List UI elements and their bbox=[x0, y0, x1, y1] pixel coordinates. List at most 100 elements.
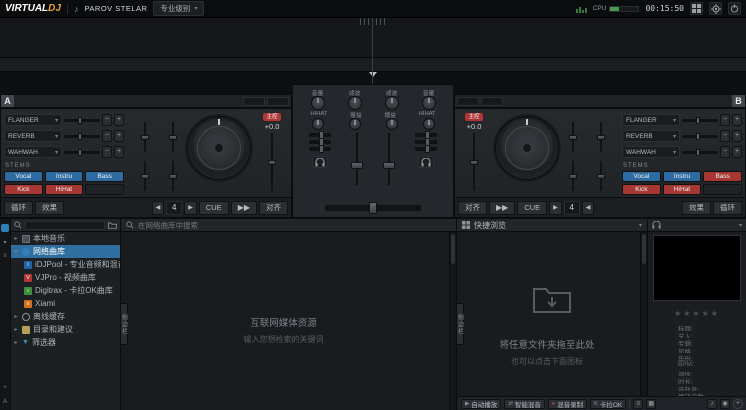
stem-bass-button[interactable]: Bass bbox=[703, 171, 742, 182]
power-icon[interactable] bbox=[728, 2, 741, 15]
scrollbar-thumb[interactable] bbox=[642, 234, 646, 264]
effect-prev-button[interactable]: − bbox=[102, 114, 112, 126]
fx-volume-knob-right[interactable] bbox=[422, 96, 436, 110]
cue-button[interactable]: CUE bbox=[199, 201, 229, 215]
pitch-slider[interactable] bbox=[268, 133, 276, 191]
pads-tab-loop[interactable]: 循环 bbox=[713, 201, 742, 215]
eq-high-slider[interactable] bbox=[309, 133, 331, 137]
mic-icon[interactable]: ♪ bbox=[707, 399, 717, 409]
loop-size-display[interactable]: 4 bbox=[166, 201, 182, 215]
stem-kick-button[interactable]: Kick bbox=[4, 184, 43, 195]
stem-hihat-button[interactable]: HiHat bbox=[663, 184, 702, 195]
pitch-slider[interactable] bbox=[470, 133, 478, 191]
browser-search-input[interactable] bbox=[138, 221, 451, 230]
param-slider[interactable] bbox=[569, 122, 577, 152]
list-icon[interactable]: ≡ bbox=[633, 399, 643, 409]
vertical-scrollbar[interactable] bbox=[640, 232, 647, 410]
effect-select[interactable]: REVERB▾ bbox=[4, 130, 62, 142]
expander-icon[interactable]: ▾ bbox=[13, 248, 19, 255]
browser-search-bar[interactable] bbox=[121, 219, 456, 232]
effect-param-slider[interactable] bbox=[64, 151, 100, 154]
sidebar-item-online-music[interactable]: ▾ 网络曲库 bbox=[11, 245, 120, 258]
sync-button[interactable]: 对齐 bbox=[259, 201, 288, 215]
grid-icon[interactable]: ▦ bbox=[646, 399, 656, 409]
effect-on-button[interactable]: + bbox=[732, 146, 742, 158]
grid-view-icon[interactable] bbox=[690, 2, 703, 15]
sidebar-item-filters[interactable]: ▸ ▼ 筛选器 bbox=[11, 336, 120, 349]
effect-select[interactable]: WAHWAH▾ bbox=[622, 146, 680, 158]
cue-button[interactable]: CUE bbox=[517, 201, 547, 215]
sidebar-splitter-handle[interactable]: 侧边栏 bbox=[120, 303, 128, 345]
stem-bass-button[interactable]: Bass bbox=[85, 171, 124, 182]
pads-tab-loop[interactable]: 循环 bbox=[4, 201, 33, 215]
folders-collapse-icon[interactable]: ▾ bbox=[1, 238, 9, 246]
param-slider[interactable] bbox=[597, 122, 605, 152]
effect-prev-button[interactable]: − bbox=[720, 146, 730, 158]
expander-icon[interactable]: ▸ bbox=[13, 339, 19, 346]
effect-prev-button[interactable]: − bbox=[720, 130, 730, 142]
sidebar-item-xiami[interactable]: x Xiami bbox=[11, 297, 120, 310]
effect-on-button[interactable]: + bbox=[732, 114, 742, 126]
effect-select[interactable]: REVERB▾ bbox=[622, 130, 680, 142]
headphone-cue-button-ch2[interactable] bbox=[418, 156, 434, 168]
waveform-strip[interactable] bbox=[0, 58, 746, 72]
deck-a-jog-wheel[interactable] bbox=[187, 116, 251, 180]
param-slider[interactable] bbox=[141, 161, 149, 191]
eq-low-slider[interactable] bbox=[415, 147, 437, 151]
eq-high-slider[interactable] bbox=[415, 133, 437, 137]
filter-knob-ch2[interactable] bbox=[385, 96, 399, 110]
param-slider[interactable] bbox=[597, 161, 605, 191]
effect-prev-button[interactable]: − bbox=[720, 114, 730, 126]
skill-mode-dropdown[interactable]: 专业级别 ▾ bbox=[153, 1, 204, 16]
add-button[interactable]: + bbox=[733, 399, 743, 409]
effect-param-slider[interactable] bbox=[682, 151, 718, 154]
param-slider[interactable] bbox=[141, 122, 149, 152]
stem-vocal-button[interactable]: Vocal bbox=[4, 171, 43, 182]
eq-low-slider[interactable] bbox=[309, 147, 331, 151]
loop-double-button[interactable]: ▶ bbox=[549, 201, 562, 215]
sidebar-search-bar[interactable] bbox=[11, 219, 120, 232]
expander-icon[interactable]: ▸ bbox=[13, 326, 19, 333]
effect-select[interactable]: FLANGER▾ bbox=[622, 114, 680, 126]
stem-instru-button[interactable]: Instru bbox=[663, 171, 702, 182]
scrollbar-thumb[interactable] bbox=[451, 234, 455, 264]
sidebar-item-catalog[interactable]: ▸ 目录和建议 bbox=[11, 323, 120, 336]
eq-mid-slider[interactable] bbox=[415, 140, 437, 144]
param-slider[interactable] bbox=[169, 161, 177, 191]
loop-size-display[interactable]: 4 bbox=[564, 201, 580, 215]
pads-tab-effects[interactable]: 效果 bbox=[35, 201, 64, 215]
gain-knob-ch2[interactable] bbox=[386, 118, 398, 130]
loop-double-button[interactable]: ▶ bbox=[184, 201, 197, 215]
zoom-in-icon[interactable]: + bbox=[1, 384, 9, 392]
volume-fader-ch1[interactable] bbox=[351, 133, 363, 185]
sync-button[interactable]: 对齐 bbox=[458, 201, 487, 215]
param-slider[interactable] bbox=[569, 161, 577, 191]
gear-icon[interactable] bbox=[709, 2, 722, 15]
chevron-down-icon[interactable]: ▾ bbox=[739, 222, 742, 229]
effect-select[interactable]: WAHWAH▾ bbox=[4, 146, 62, 158]
headphone-cue-button-ch1[interactable] bbox=[312, 156, 328, 168]
record-button[interactable]: ●混音录制 bbox=[548, 399, 587, 409]
gain-knob-ch1[interactable] bbox=[349, 118, 361, 130]
sidebar-item-idjpool[interactable]: i iDJPool - 专业音频和混音 bbox=[11, 258, 120, 271]
filter-knob-ch1[interactable] bbox=[348, 96, 362, 110]
list-view-icon[interactable]: ≡ bbox=[1, 252, 9, 260]
sidebar-item-digitrax[interactable]: ♪ Digitrax - 卡拉OK曲库 bbox=[11, 284, 120, 297]
pin-icon[interactable]: ▾ bbox=[639, 222, 642, 229]
stem-hihat-button[interactable]: HiHat bbox=[45, 184, 84, 195]
play-button[interactable]: ▶▶ bbox=[489, 201, 515, 215]
play-button[interactable]: ▶▶ bbox=[231, 201, 257, 215]
effect-param-slider[interactable] bbox=[682, 119, 718, 122]
automix-button[interactable]: ▶自动播放 bbox=[461, 399, 501, 409]
effect-select[interactable]: FLANGER▾ bbox=[4, 114, 62, 126]
param-slider[interactable] bbox=[169, 122, 177, 152]
effect-param-slider[interactable] bbox=[64, 135, 100, 138]
effect-on-button[interactable]: + bbox=[114, 130, 124, 142]
crossfader[interactable] bbox=[325, 205, 421, 211]
fx-knob-right[interactable] bbox=[423, 118, 435, 130]
waveform-display[interactable] bbox=[0, 18, 746, 94]
smartmix-button[interactable]: ⇄智能混音 bbox=[504, 399, 545, 409]
loop-halve-button[interactable]: ◀ bbox=[152, 201, 165, 215]
stem-kick-button[interactable]: Kick bbox=[622, 184, 661, 195]
waveform-overview[interactable] bbox=[0, 18, 746, 58]
